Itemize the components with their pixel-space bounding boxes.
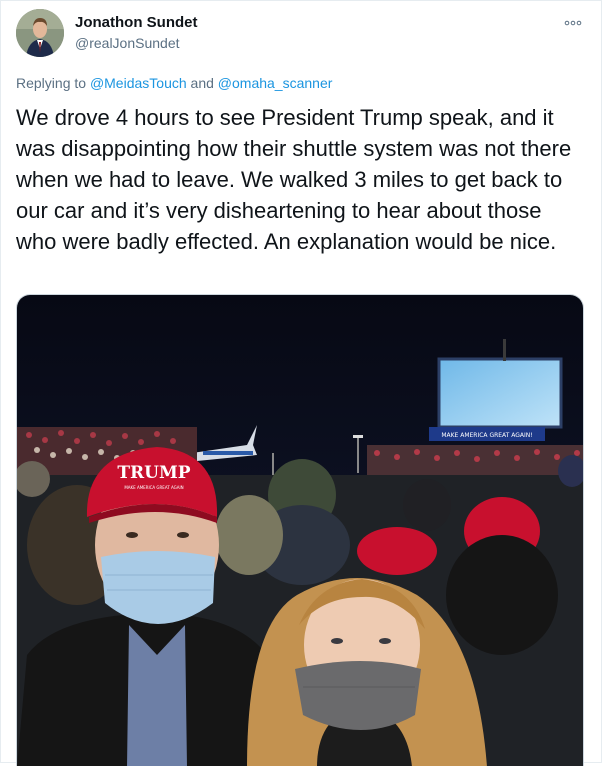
hat-subtext: MAKE AMERICA GREAT AGAIN	[124, 485, 183, 490]
avatar[interactable]	[16, 9, 64, 57]
replying-to-line: Replying to @MeidasTouch and @omaha_scan…	[16, 75, 332, 91]
hat-text: TRUMP	[117, 463, 190, 483]
rally-selfie-image: MAKE AMERICA GREAT AGAIN! TRUMP MAKE AME…	[17, 295, 583, 766]
tweet-photo[interactable]: MAKE AMERICA GREAT AGAIN! TRUMP MAKE AME…	[16, 294, 584, 766]
mention-link-2[interactable]: @omaha_scanner	[218, 75, 333, 91]
replying-to-label: Replying to	[16, 75, 87, 91]
tweet-text: We drove 4 hours to see President Trump …	[16, 105, 572, 254]
avatar-image	[16, 9, 64, 57]
more-dots-icon	[564, 20, 582, 26]
tweet-card: Jonathon Sundet @realJonSundet Replying …	[0, 0, 602, 766]
more-options-icon[interactable]	[561, 11, 585, 31]
author-handle[interactable]: @realJonSundet	[75, 35, 180, 51]
screen-banner-text: MAKE AMERICA GREAT AGAIN!	[441, 432, 532, 439]
replying-to-connector: and	[190, 75, 214, 91]
mention-link-1[interactable]: @MeidasTouch	[90, 75, 187, 91]
author-name[interactable]: Jonathon Sundet	[75, 14, 198, 31]
